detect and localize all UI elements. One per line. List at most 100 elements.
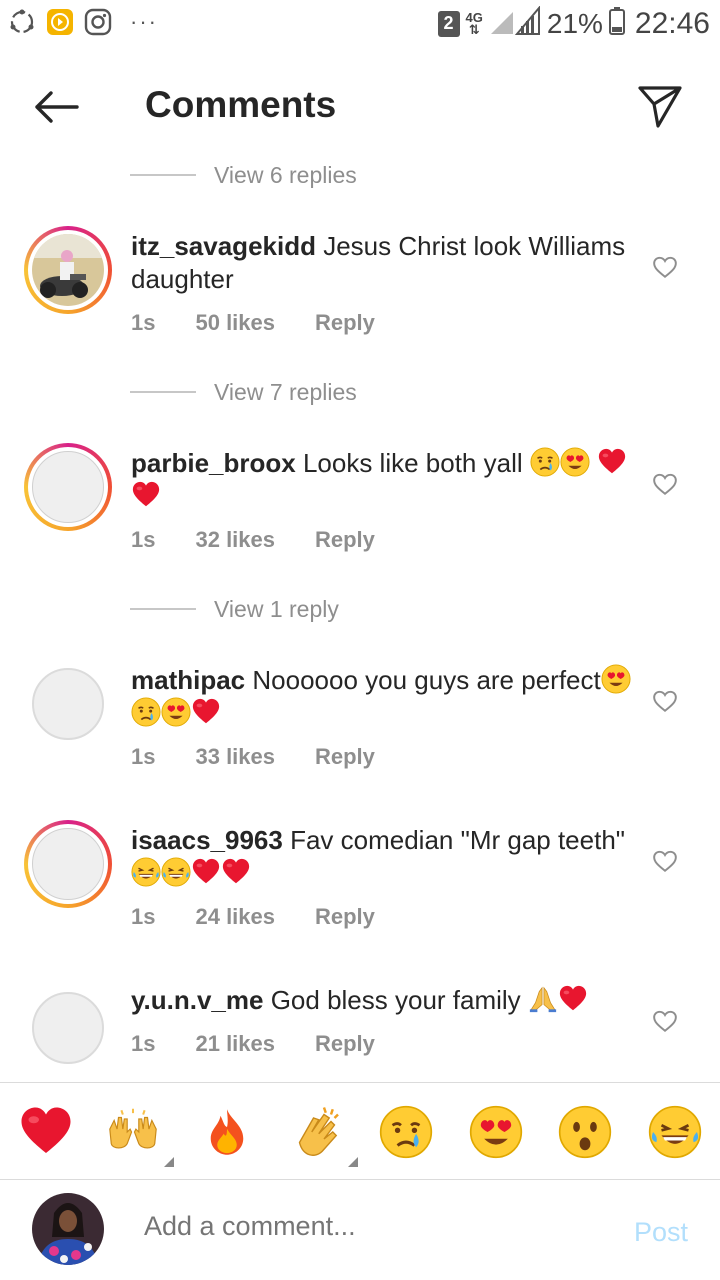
comment-username[interactable]: parbie_broox: [131, 448, 296, 478]
comment-message: God bless your family: [270, 985, 521, 1015]
emoji-raising-hands-button[interactable]: [104, 1103, 174, 1167]
comment-likes[interactable]: 32 likes: [195, 527, 275, 553]
sync-icon: [8, 8, 36, 36]
comment-input[interactable]: [144, 1211, 584, 1242]
surprised-face-icon: [558, 1105, 612, 1159]
avatar-placeholder: [32, 992, 104, 1064]
heart-eyes-icon: [469, 1105, 523, 1159]
praying-hands-icon: [528, 984, 558, 1014]
like-button[interactable]: [650, 846, 680, 876]
heart-outline-icon: [652, 471, 678, 497]
heart-outline-icon: [652, 848, 678, 874]
skin-tone-indicator: [348, 1157, 358, 1167]
view-replies-button[interactable]: View 1 reply: [130, 584, 339, 634]
red-heart-icon: [597, 447, 627, 477]
header: Comments: [0, 60, 720, 156]
view-replies-label: View 6 replies: [214, 161, 357, 188]
comment-username[interactable]: mathipac: [131, 665, 245, 695]
laughing-face-icon: [161, 857, 191, 887]
send-icon: [638, 86, 682, 128]
comment-text: isaacs_9963 Fav comedian "Mr gap teeth": [131, 824, 631, 890]
play-store-icon: [46, 8, 74, 36]
comment-likes[interactable]: 50 likes: [195, 310, 275, 336]
comment-meta: 1s 24 likes Reply: [131, 904, 631, 930]
comment-meta: 1s 32 likes Reply: [131, 527, 631, 553]
avatar[interactable]: [24, 226, 112, 314]
emoji-clapping-hands-button[interactable]: [288, 1103, 358, 1167]
laughing-face-icon: [131, 857, 161, 887]
back-button[interactable]: [26, 82, 86, 132]
reply-button[interactable]: Reply: [315, 310, 375, 336]
comment-text: parbie_broox Looks like both yall: [131, 447, 631, 513]
emoji-fire-button[interactable]: [198, 1103, 256, 1161]
laughing-face-icon: [648, 1105, 702, 1159]
heart-outline-icon: [652, 1008, 678, 1034]
comment-meta: 1s 50 likes Reply: [131, 310, 631, 336]
comment-username[interactable]: itz_savagekidd: [131, 231, 316, 261]
view-replies-button[interactable]: View 6 replies: [130, 150, 357, 200]
comment-body: y.u.n.v_me God bless your family 1s 21 l…: [131, 984, 631, 1057]
comment-likes[interactable]: 24 likes: [195, 904, 275, 930]
emoji-surprised-face-button[interactable]: [556, 1103, 614, 1161]
red-heart-icon: [131, 480, 161, 510]
heart-eyes-icon: [601, 664, 631, 694]
comment-time: 1s: [131, 527, 156, 552]
fire-icon: [201, 1106, 253, 1158]
avatar[interactable]: [24, 820, 112, 908]
reply-button[interactable]: Reply: [315, 1031, 375, 1057]
comment-username[interactable]: y.u.n.v_me: [131, 985, 263, 1015]
post-button[interactable]: Post: [634, 1217, 688, 1248]
skin-tone-indicator: [164, 1157, 174, 1167]
comment-body: parbie_broox Looks like both yall 1s 32 …: [131, 447, 631, 553]
avatar[interactable]: [24, 443, 112, 531]
comment-username[interactable]: isaacs_9963: [131, 825, 283, 855]
reply-button[interactable]: Reply: [315, 904, 375, 930]
view-replies-label: View 7 replies: [214, 378, 357, 405]
emoji-laughing-face-button[interactable]: [646, 1103, 704, 1161]
like-button[interactable]: [650, 252, 680, 282]
emoji-red-heart-button[interactable]: [17, 1103, 75, 1161]
comment-body: itz_savagekidd Jesus Christ look William…: [131, 230, 631, 336]
avatar-placeholder: [32, 668, 104, 740]
crying-face-icon: [530, 447, 560, 477]
comment-text: mathipac Noooooo you guys are perfect: [131, 664, 631, 730]
comment-meta: 1s 33 likes Reply: [131, 744, 631, 770]
heart-outline-icon: [652, 688, 678, 714]
red-heart-icon: [18, 1104, 74, 1160]
heart-outline-icon: [652, 254, 678, 280]
avatar-placeholder: [32, 451, 104, 523]
emoji-crying-face-button[interactable]: [377, 1103, 435, 1161]
comment-time: 1s: [131, 1031, 156, 1056]
view-replies-button[interactable]: View 7 replies: [130, 367, 357, 417]
divider: [130, 174, 196, 176]
comment-message: Looks like both yall: [302, 448, 523, 478]
like-button[interactable]: [650, 686, 680, 716]
like-button[interactable]: [650, 1006, 680, 1036]
divider: [130, 391, 196, 393]
heart-eyes-icon: [161, 697, 191, 727]
signal-icon: [489, 5, 541, 41]
comment-likes[interactable]: 21 likes: [195, 1031, 275, 1057]
avatar-photo: [32, 234, 104, 306]
view-replies-label: View 1 reply: [214, 595, 339, 622]
reply-button[interactable]: Reply: [315, 527, 375, 553]
network-label: 4G: [465, 9, 483, 25]
status-bar: ··· 2 4G ⇅ 21% 22:46: [0, 0, 720, 50]
divider: [130, 608, 196, 610]
clapping-hands-icon: [289, 1104, 345, 1160]
comment-text: itz_savagekidd Jesus Christ look William…: [131, 230, 631, 296]
share-button[interactable]: [634, 80, 686, 132]
comment-time: 1s: [131, 310, 156, 335]
crying-face-icon: [131, 697, 161, 727]
comment-body: mathipac Noooooo you guys are perfect 1s…: [131, 664, 631, 770]
back-arrow-icon: [35, 91, 79, 123]
more-notifications: ···: [130, 9, 158, 34]
avatar[interactable]: [24, 660, 112, 748]
like-button[interactable]: [650, 469, 680, 499]
page-title: Comments: [145, 84, 337, 125]
avatar[interactable]: [24, 984, 112, 1072]
comment-likes[interactable]: 33 likes: [195, 744, 275, 770]
reply-button[interactable]: Reply: [315, 744, 375, 770]
add-comment-bar: Post: [0, 1181, 720, 1280]
emoji-heart-eyes-button[interactable]: [467, 1103, 525, 1161]
